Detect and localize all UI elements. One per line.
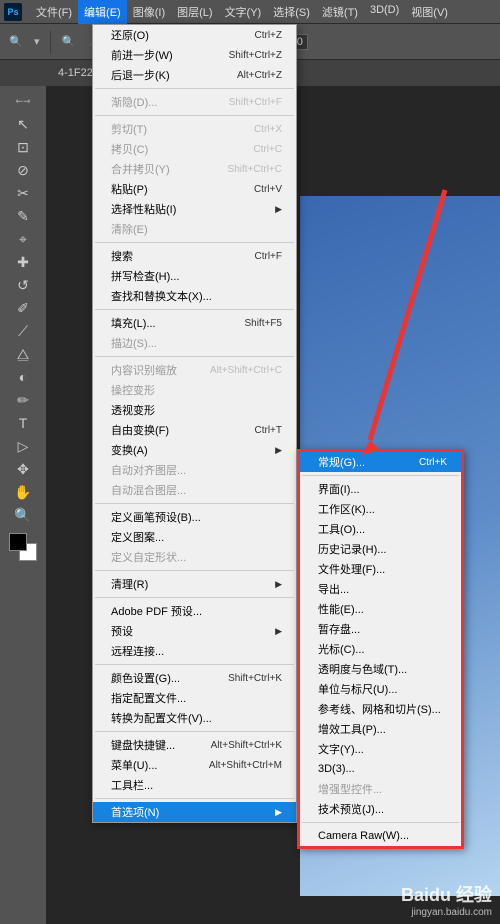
tool-2[interactable]: ⊘	[12, 159, 34, 181]
menu-item[interactable]: 清理(R)▶	[93, 574, 296, 594]
edit-menu-dropdown: 还原(O)Ctrl+Z前进一步(W)Shift+Ctrl+Z后退一步(K)Alt…	[92, 24, 297, 823]
submenu-item[interactable]: 透明度与色域(T)...	[300, 659, 461, 679]
menu-item: 操控变形	[93, 380, 296, 400]
submenu-item[interactable]: 历史记录(H)...	[300, 539, 461, 559]
menu-item[interactable]: 菜单(U)...Alt+Shift+Ctrl+M	[93, 755, 296, 775]
menu-8[interactable]: 视图(V)	[405, 0, 454, 24]
menu-7[interactable]: 3D(D)	[364, 0, 405, 24]
tool-13[interactable]: T	[12, 412, 34, 434]
menu-item[interactable]: 指定配置文件...	[93, 688, 296, 708]
menu-1[interactable]: 编辑(E)	[78, 0, 127, 24]
submenu-item[interactable]: Camera Raw(W)...	[300, 826, 461, 846]
menu-item[interactable]: 颜色设置(G)...Shift+Ctrl+K	[93, 668, 296, 688]
submenu-item[interactable]: 工作区(K)...	[300, 499, 461, 519]
menu-item[interactable]: 后退一步(K)Alt+Ctrl+Z	[93, 65, 296, 85]
menu-item: 合并拷贝(Y)Shift+Ctrl+C	[93, 159, 296, 179]
menu-item[interactable]: 变换(A)▶	[93, 440, 296, 460]
tool-15[interactable]: ✥	[12, 458, 34, 480]
menu-item[interactable]: 查找和替换文本(X)...	[93, 286, 296, 306]
dropdown-arrow-icon[interactable]: ▾	[34, 35, 40, 48]
menu-item[interactable]: 工具栏...	[93, 775, 296, 795]
menu-item[interactable]: 定义图案...	[93, 527, 296, 547]
tool-11[interactable]: ◐	[12, 366, 34, 388]
tool-3[interactable]: ✂	[12, 182, 34, 204]
submenu-item[interactable]: 光标(C)...	[300, 639, 461, 659]
menu-4[interactable]: 文字(Y)	[219, 0, 268, 24]
tool-16[interactable]: ✋	[12, 481, 34, 503]
ps-logo: Ps	[4, 3, 22, 21]
tool-panel: ⇽⇾↖⊡⊘✂✎⌖✚↺✐⟋⧋◐✏T▷✥✋🔍	[0, 86, 46, 924]
menu-item[interactable]: 键盘快捷键...Alt+Shift+Ctrl+K	[93, 735, 296, 755]
menu-item: 内容识别缩放Alt+Shift+Ctrl+C	[93, 360, 296, 380]
menu-item[interactable]: 首选项(N)▶	[93, 802, 296, 822]
tool-12[interactable]: ✏	[12, 389, 34, 411]
menu-item[interactable]: 选择性粘贴(I)▶	[93, 199, 296, 219]
submenu-item[interactable]: 3D(3)...	[300, 759, 461, 779]
menu-item[interactable]: 粘贴(P)Ctrl+V	[93, 179, 296, 199]
menu-2[interactable]: 图像(I)	[127, 0, 171, 24]
submenu-item: 增强型控件...	[300, 779, 461, 799]
submenu-item[interactable]: 参考线、网格和切片(S)...	[300, 699, 461, 719]
menubar: Ps 文件(F)编辑(E)图像(I)图层(L)文字(Y)选择(S)滤镜(T)3D…	[0, 0, 500, 24]
submenu-item[interactable]: 常规(G)...Ctrl+K	[300, 452, 461, 472]
menu-item: 剪切(T)Ctrl+X	[93, 119, 296, 139]
tool-0[interactable]: ↖	[12, 113, 34, 135]
menu-item: 拷贝(C)Ctrl+C	[93, 139, 296, 159]
tool-8[interactable]: ✐	[12, 297, 34, 319]
tool-10[interactable]: ⧋	[12, 343, 34, 365]
menu-5[interactable]: 选择(S)	[267, 0, 316, 24]
submenu-item[interactable]: 工具(O)...	[300, 519, 461, 539]
preferences-submenu: 常规(G)...Ctrl+K 界面(I)...工作区(K)...工具(O)...历…	[297, 449, 464, 849]
menu-item[interactable]: 透视变形	[93, 400, 296, 420]
menu-item[interactable]: 远程连接...	[93, 641, 296, 661]
menu-item[interactable]: Adobe PDF 预设...	[93, 601, 296, 621]
submenu-item[interactable]: 增效工具(P)...	[300, 719, 461, 739]
zoom-tool-icon: 🔍	[8, 34, 24, 50]
menu-item: 渐隐(D)...Shift+Ctrl+F	[93, 92, 296, 112]
watermark: Baidu 经验 jingyan.baidu.com	[401, 881, 492, 918]
menu-item[interactable]: 转换为配置文件(V)...	[93, 708, 296, 728]
tool-14[interactable]: ▷	[12, 435, 34, 457]
tool-4[interactable]: ✎	[12, 205, 34, 227]
menu-item: 自动混合图层...	[93, 480, 296, 500]
tool-6[interactable]: ✚	[12, 251, 34, 273]
menu-item[interactable]: 填充(L)...Shift+F5	[93, 313, 296, 333]
menu-item[interactable]: 搜索Ctrl+F	[93, 246, 296, 266]
menu-item[interactable]: 预设▶	[93, 621, 296, 641]
tool-1[interactable]: ⊡	[12, 136, 34, 158]
menu-item: 清除(E)	[93, 219, 296, 239]
submenu-item[interactable]: 导出...	[300, 579, 461, 599]
menu-item[interactable]: 还原(O)Ctrl+Z	[93, 25, 296, 45]
color-swatch[interactable]	[9, 533, 37, 561]
collapse-icon[interactable]: ⇽⇾	[12, 90, 34, 112]
menu-item[interactable]: 前进一步(W)Shift+Ctrl+Z	[93, 45, 296, 65]
submenu-item[interactable]: 文件处理(F)...	[300, 559, 461, 579]
submenu-item[interactable]: 性能(E)...	[300, 599, 461, 619]
tool-7[interactable]: ↺	[12, 274, 34, 296]
submenu-item[interactable]: 技术预览(J)...	[300, 799, 461, 819]
submenu-item[interactable]: 暂存盘...	[300, 619, 461, 639]
menu-item[interactable]: 定义画笔预设(B)...	[93, 507, 296, 527]
submenu-item[interactable]: 界面(I)...	[300, 479, 461, 499]
submenu-item[interactable]: 文字(Y)...	[300, 739, 461, 759]
menu-item[interactable]: 自由变换(F)Ctrl+T	[93, 420, 296, 440]
menu-6[interactable]: 滤镜(T)	[316, 0, 364, 24]
menu-0[interactable]: 文件(F)	[30, 0, 78, 24]
tool-9[interactable]: ⟋	[12, 320, 34, 342]
menu-item[interactable]: 拼写检查(H)...	[93, 266, 296, 286]
tool-17[interactable]: 🔍	[12, 504, 34, 526]
menu-item: 描边(S)...	[93, 333, 296, 353]
tool-5[interactable]: ⌖	[12, 228, 34, 250]
menu-item: 自动对齐图层...	[93, 460, 296, 480]
zoom-in-icon[interactable]: 🔍	[61, 34, 77, 50]
menu-3[interactable]: 图层(L)	[171, 0, 218, 24]
submenu-item[interactable]: 单位与标尺(U)...	[300, 679, 461, 699]
menu-item: 定义自定形状...	[93, 547, 296, 567]
